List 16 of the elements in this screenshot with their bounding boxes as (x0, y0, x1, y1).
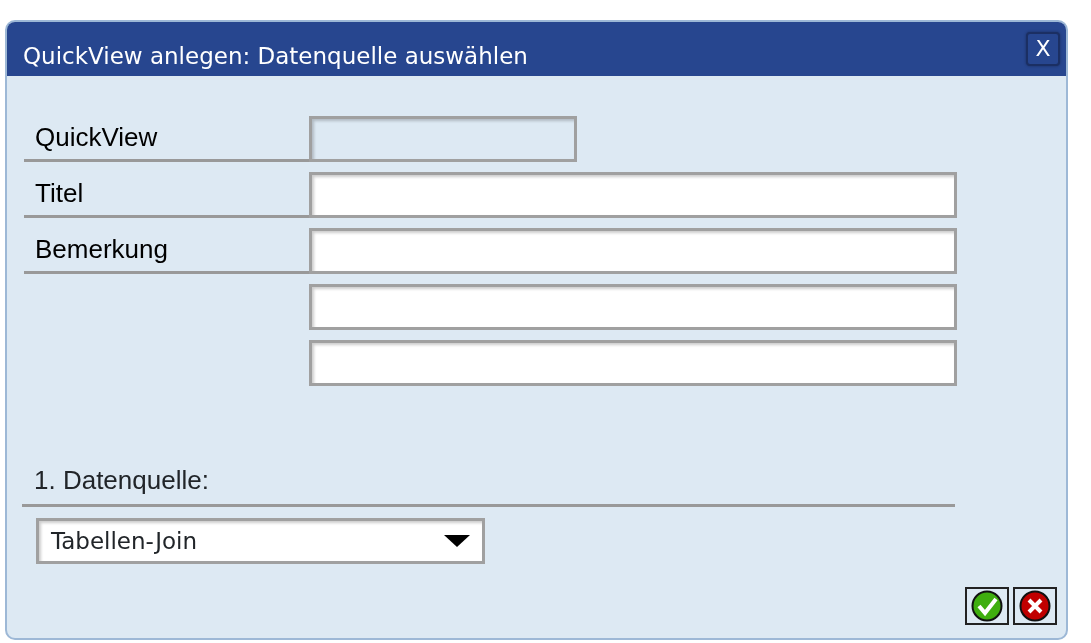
dropdown-arrow-icon (444, 535, 470, 547)
window-title: QuickView anlegen: Datenquelle auswählen (23, 41, 528, 71)
cancel-icon (1019, 590, 1051, 622)
field-label: Bemerkung (34, 233, 168, 266)
field-label: Titel (34, 177, 84, 210)
datasource-label: 1. Datenquelle: (34, 464, 210, 497)
datasource-dropdown[interactable]: Tabellen-Join (36, 518, 485, 564)
input-field[interactable] (309, 340, 957, 386)
input-field[interactable] (309, 172, 957, 218)
input-field[interactable] (309, 228, 957, 274)
close-button[interactable]: X (1026, 32, 1060, 66)
input-field[interactable] (309, 284, 957, 330)
check-icon (971, 590, 1003, 622)
field-label: QuickView (34, 121, 158, 154)
cancel-button[interactable] (1013, 587, 1057, 625)
confirm-button[interactable] (965, 587, 1009, 625)
